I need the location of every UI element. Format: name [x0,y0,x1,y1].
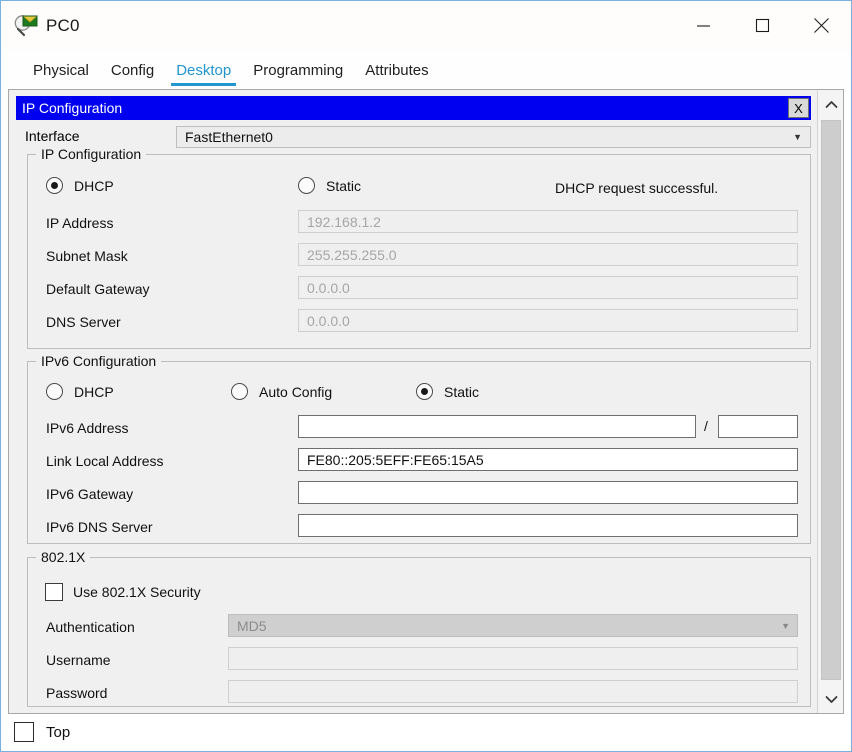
link-local-address-input[interactable]: FE80::205:5EFF:FE65:15A5 [298,448,798,471]
password-label: Password [46,685,108,701]
device-tabs: Physical Config Desktop Programming Attr… [1,50,851,88]
tab-config[interactable]: Config [100,62,165,88]
ip-configuration-close-button[interactable]: X [788,98,809,118]
chevron-down-icon: ▼ [781,620,790,631]
use-dot1x-security-label: Use 802.1X Security [73,584,201,600]
ipv6-group-title: IPv6 Configuration [36,353,162,369]
ipv6-configuration-group: IPv6 Configuration DHCP Auto Config Stat… [27,353,811,544]
maximize-button[interactable] [733,1,792,50]
subnet-mask-input[interactable]: 255.255.255.0 [298,243,798,266]
username-label: Username [46,652,111,668]
radio-ipv6-dhcp-label: DHCP [74,383,114,400]
ipv6-address-label: IPv6 Address [46,420,129,436]
radio-ipv4-dhcp-label: DHCP [74,177,114,194]
username-input[interactable] [228,647,798,670]
link-local-address-label: Link Local Address [46,453,164,469]
close-button[interactable] [792,1,851,50]
window-title: PC0 [46,15,80,35]
pc-device-window: PC0 Physical Config Desktop Programming … [0,0,852,752]
subnet-mask-label: Subnet Mask [46,248,128,264]
dot1x-group: 802.1X Use 802.1X Security Authenticatio… [27,549,811,707]
minimize-button[interactable] [674,1,733,50]
ipv6-dns-server-label: IPv6 DNS Server [46,519,153,535]
ipv6-dns-server-input[interactable] [298,514,798,537]
scroll-down-button[interactable] [818,685,843,713]
window-titlebar: PC0 [1,1,851,50]
interface-selected-value: FastEthernet0 [185,129,273,145]
scrollbar-thumb[interactable] [821,120,841,680]
password-input[interactable] [228,680,798,703]
ip-address-input[interactable]: 192.168.1.2 [298,210,798,233]
ip-configuration-panel: IP Configuration X Interface FastEtherne… [9,90,819,713]
ipv6-gateway-input[interactable] [298,481,798,504]
ip-configuration-titlebar: IP Configuration X [16,96,811,120]
ipv4-group-title: IP Configuration [36,146,147,162]
radio-ipv6-static[interactable]: Static [416,383,479,400]
ip-address-label: IP Address [46,215,114,231]
interface-select[interactable]: FastEthernet0 ▼ [176,126,811,148]
ipv6-prefix-separator: / [704,418,708,434]
radio-ipv4-static[interactable]: Static [298,177,361,194]
ipv6-gateway-label: IPv6 Gateway [46,486,134,502]
radio-mark-icon [46,177,63,194]
ipv4-configuration-group: IP Configuration DHCP Static DHCP reques… [27,146,811,349]
ip-configuration-title: IP Configuration [22,100,123,116]
radio-mark-icon [46,383,63,400]
checkbox-mark-icon [45,583,63,601]
ipv6-prefix-length-input[interactable] [718,415,798,438]
top-checkbox[interactable] [14,722,34,742]
window-bottom-bar: Top [8,714,844,750]
ipv6-address-input[interactable] [298,415,696,438]
radio-ipv6-autoconfig-label: Auto Config [259,383,333,400]
radio-mark-icon [416,383,433,400]
interface-label: Interface [25,128,80,144]
radio-ipv6-dhcp[interactable]: DHCP [46,383,114,400]
tab-physical[interactable]: Physical [22,62,100,88]
tab-desktop[interactable]: Desktop [165,62,242,88]
dhcp-status-text: DHCP request successful. [555,180,719,196]
radio-mark-icon [298,177,315,194]
radio-ipv4-dhcp[interactable]: DHCP [46,177,114,194]
window-controls [674,1,851,50]
default-gateway-input[interactable]: 0.0.0.0 [298,276,798,299]
desktop-content-area: IP Configuration X Interface FastEtherne… [8,89,844,714]
vertical-scrollbar[interactable] [817,90,843,713]
tab-attributes[interactable]: Attributes [354,62,439,88]
radio-ipv4-static-label: Static [326,177,362,194]
authentication-selected-value: MD5 [237,617,267,634]
tab-programming[interactable]: Programming [242,62,354,88]
use-dot1x-security-checkbox[interactable]: Use 802.1X Security [45,583,201,601]
radio-mark-icon [231,383,248,400]
interface-row: Interface FastEthernet0 ▼ [16,126,811,148]
scroll-up-button[interactable] [818,90,843,118]
authentication-select[interactable]: MD5 ▼ [228,614,798,637]
packet-tracer-inspect-icon [13,13,39,39]
radio-ipv6-autoconfig[interactable]: Auto Config [231,383,332,400]
dns-server-label: DNS Server [46,314,121,330]
top-checkbox-label: Top [46,723,71,741]
authentication-label: Authentication [46,619,135,635]
radio-ipv6-static-label: Static [444,383,480,400]
dot1x-group-title: 802.1X [36,549,91,565]
default-gateway-label: Default Gateway [46,281,150,297]
chevron-down-icon: ▼ [793,132,802,142]
dns-server-input[interactable]: 0.0.0.0 [298,309,798,332]
